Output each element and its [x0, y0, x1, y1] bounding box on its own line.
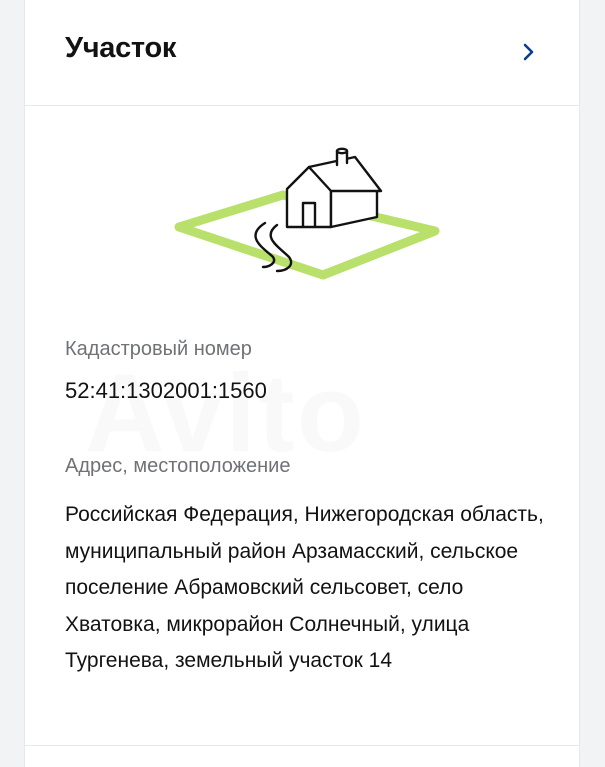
address-value: Российская Федерация, Нижегородская обла…: [65, 503, 544, 672]
cadastral-label: Кадастровый номер: [65, 338, 252, 360]
address-label: Адрес, местоположение: [65, 455, 291, 477]
chevron-right-icon[interactable]: [521, 40, 537, 64]
plot-header[interactable]: Участок: [25, 0, 579, 106]
divider: [25, 745, 579, 746]
plot-card: Участок Avito Кадастровый номер 52:41:13…: [24, 0, 580, 767]
cadastral-value: 52:41:1302001:1560: [65, 378, 267, 403]
page-title: Участок: [65, 32, 177, 64]
house-plot-icon: [174, 147, 440, 280]
